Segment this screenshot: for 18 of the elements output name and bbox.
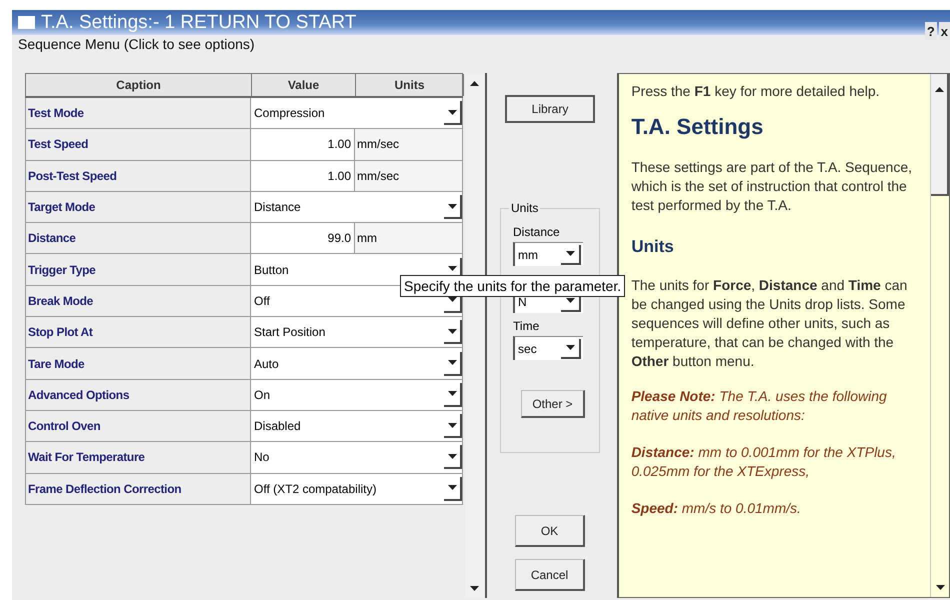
units-cell: mm (355, 223, 463, 254)
column-header: Caption (26, 74, 252, 96)
units-legend: Units (509, 201, 540, 215)
help-text: Press the F1 key for more detailed help. (631, 82, 881, 101)
help-note: Distance: mm to 0.001mm for the XTPlus, 0.025mm for the XTExpress, (631, 443, 897, 481)
unit-label: Distance (513, 225, 560, 239)
window-title: T.A. Settings:- 1 RETURN TO START (41, 12, 358, 34)
units-cell: mm/sec (355, 129, 463, 160)
help-text: The units for Force, Distance and Time can be changed using the Units drop lists. Some sequences will define other units, such as temperature, that can be changed with the Other button menu. (631, 276, 908, 371)
help-text: These settings are part of the T.A. Sequence, which is the set of instruction that control the test performed by the T.A. (631, 158, 914, 215)
help-note: Please Note: The T.A. uses the following native units and resolutions: (631, 387, 888, 425)
tooltip: Specify the units for the parameter. (400, 275, 626, 297)
column-header: Units (356, 74, 464, 96)
help-heading: Units (631, 237, 675, 256)
unit-label: Time (513, 319, 540, 333)
column-header: Value (252, 74, 356, 96)
units-cell: mm/sec (355, 160, 463, 191)
help-note: Speed: mm/s to 0.01mm/s. (631, 499, 802, 518)
